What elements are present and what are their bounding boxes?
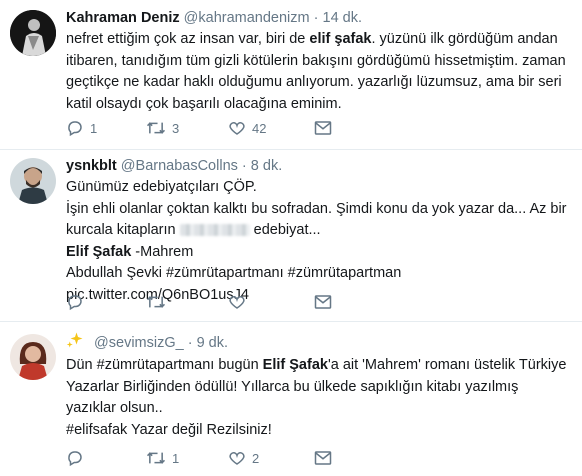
tweet-hashtag-line[interactable]: #elifsafak Yazar değil Rezilsiniz! <box>66 420 572 442</box>
reply-button[interactable] <box>66 293 146 311</box>
highlight-text: Elif Şafak <box>262 357 328 373</box>
heart-icon <box>229 122 245 135</box>
retweet-icon <box>146 122 166 134</box>
tweet-line: İşin ehli olanlar çoktan kalktı bu sofra… <box>66 199 572 242</box>
retweet-button[interactable]: 1 <box>146 449 228 467</box>
reply-icon <box>68 295 82 311</box>
tweet-header: Kahraman Deniz @kahramandenizm · 14 dk. <box>66 9 572 27</box>
reply-button[interactable] <box>66 449 146 467</box>
retweet-button[interactable]: 3 <box>146 119 228 137</box>
tweet-header: ysnkblt @BarnabasCollns · 8 dk. <box>66 157 572 175</box>
retweet-button[interactable] <box>146 293 228 311</box>
timestamp[interactable]: 9 dk. <box>197 335 228 351</box>
tweet-paragraph: Dün #zümrütapartmanı bugün Elif Şafak'a … <box>66 355 572 420</box>
timestamp[interactable]: 8 dk. <box>251 158 282 174</box>
envelope-icon <box>314 121 332 135</box>
user-handle[interactable]: @sevimsizG_ <box>94 335 184 351</box>
retweet-icon <box>146 452 166 464</box>
timestamp[interactable]: 14 dk. <box>323 10 363 26</box>
direct-message-button[interactable] <box>314 450 332 466</box>
display-name[interactable]: ysnkblt <box>66 158 117 174</box>
separator-dot: · <box>187 335 193 351</box>
retweet-count: 3 <box>172 120 180 136</box>
separator-dot: · <box>313 10 319 26</box>
tweet-actions <box>66 292 332 312</box>
avatar[interactable] <box>10 10 56 56</box>
tweet-text: nefret ettiğim çok az insan var, biri de… <box>66 29 572 115</box>
blurred-text <box>179 224 250 237</box>
tweet-header: @sevimsizG_ · 9 dk. <box>66 331 572 352</box>
tweet[interactable]: @sevimsizG_ · 9 dk. Dün #zümrütapartmanı… <box>0 322 582 476</box>
heart-icon <box>229 452 245 465</box>
direct-message-button[interactable] <box>314 120 332 136</box>
display-name[interactable]: Kahraman Deniz <box>66 10 180 26</box>
sparkles-icon <box>66 332 83 348</box>
direct-message-button[interactable] <box>314 294 332 310</box>
like-count: 2 <box>252 450 260 466</box>
retweet-icon <box>146 296 166 308</box>
envelope-icon <box>314 295 332 309</box>
tweet-text-part: -Mahrem <box>131 243 194 260</box>
envelope-icon <box>314 451 332 465</box>
highlight-text: Elif Şafak <box>66 243 132 260</box>
tweet-actions: 1 2 <box>66 448 332 468</box>
reply-count: 1 <box>90 120 98 136</box>
tweet-text: Günümüz edebiyatçıları ÇÖP. İşin ehli ol… <box>66 177 572 306</box>
reply-icon <box>68 451 82 467</box>
tweet-feed: Kahraman Deniz @kahramandenizm · 14 dk. … <box>0 0 582 476</box>
like-button[interactable] <box>228 293 314 311</box>
user-handle[interactable]: @BarnabasCollns <box>121 158 238 174</box>
tweet-actions: 1 3 42 <box>66 118 332 138</box>
heart-icon <box>229 296 245 309</box>
avatar[interactable] <box>10 334 56 380</box>
user-handle[interactable]: @kahramandenizm <box>184 10 310 26</box>
like-count: 42 <box>252 120 267 136</box>
tweet-text-part: Dün #zümrütapartmanı bugün <box>66 357 263 373</box>
highlight-text: elif şafak <box>309 31 372 47</box>
tweet-line: Elif Şafak -Mahrem <box>66 242 572 264</box>
tweet[interactable]: Kahraman Deniz @kahramandenizm · 14 dk. … <box>0 0 582 150</box>
tweet-text-part: edebiyat... <box>253 222 321 238</box>
like-button[interactable]: 2 <box>228 449 314 467</box>
retweet-count: 1 <box>172 450 180 466</box>
like-button[interactable]: 42 <box>228 119 314 137</box>
reply-button[interactable]: 1 <box>66 119 146 137</box>
tweet-text-part: nefret ettiğim çok az insan var, biri de <box>66 31 310 47</box>
avatar[interactable] <box>10 158 56 204</box>
tweet-text: Dün #zümrütapartmanı bugün Elif Şafak'a … <box>66 355 572 441</box>
reply-icon <box>68 121 82 137</box>
tweet-line: Günümüz edebiyatçıları ÇÖP. <box>66 179 257 195</box>
tweet[interactable]: ysnkblt @BarnabasCollns · 8 dk. Günümüz … <box>0 150 582 322</box>
separator-dot: · <box>241 158 247 174</box>
